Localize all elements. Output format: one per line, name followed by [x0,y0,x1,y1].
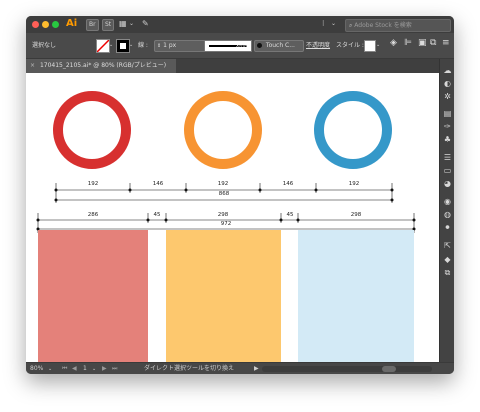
stroke-swatch[interactable] [116,39,130,53]
dim-top-1: 192 [87,181,99,187]
layers-icon[interactable]: ◆ [443,255,452,264]
rect-blue[interactable] [298,230,414,362]
graphic-styles-icon[interactable]: ◍ [443,210,452,219]
search-placeholder: Adobe Stock を検索 [354,22,412,29]
gradient-icon[interactable]: ▭ [443,166,452,175]
appearance-icon[interactable]: ◉ [443,197,452,206]
title-bar: Ai Br St ▦ ⌄ ✎ ⁝ ⌄ ⌕ Adobe Stock を検索 [26,16,454,33]
align-icon[interactable]: ⊫ [404,39,412,48]
isolate-icon[interactable]: ⧉ [430,39,436,48]
dim-top-4: 146 [282,181,294,187]
search-icon: ⌕ [349,22,353,29]
export-icon[interactable]: ⇱ [443,241,452,250]
dim-bottom-2: 45 [153,212,161,218]
dim-top-2: 146 [152,181,164,187]
layers-panel-icon[interactable]: ⚫ [443,223,452,232]
artboards-icon[interactable]: ⧉ [443,268,452,277]
opacity-link[interactable]: 不透明度 [306,41,330,50]
stroke-panel-icon[interactable]: ☰ [443,153,452,162]
zoom-chevron-icon[interactable]: ⌄ [48,365,52,373]
rect-yellow[interactable] [166,230,281,362]
workspace-chevron-icon[interactable]: ⌄ [331,19,341,29]
color-panel-icon[interactable]: ◐ [443,79,452,88]
stroke-label: 線 : [138,42,148,49]
prev-artboard-icon[interactable]: ◀ [72,365,77,373]
next-artboard-icon[interactable]: ▶ [102,365,107,373]
stock-button[interactable]: St [102,19,115,31]
dim-top-total: 868 [218,191,230,197]
status-message: ダイレクト選択ツールを切り換え [144,365,235,372]
artboard-canvas[interactable]: 192 146 192 146 192 868 286 45 298 45 29… [26,73,439,362]
selection-status: 選択なし [32,42,57,49]
libraries-icon[interactable]: ☁ [443,66,452,75]
app-logo: Ai [66,18,78,29]
dim-bottom-1: 286 [87,212,99,218]
transparency-icon[interactable]: ◕ [443,179,452,188]
dim-bottom-5: 298 [350,212,362,218]
dim-top-3: 192 [217,181,229,187]
brush-dot-icon [257,43,262,48]
last-artboard-icon[interactable]: ⏭ [112,365,117,373]
chevron-down-icon[interactable]: ⌄ [129,19,139,29]
style-chevron-icon[interactable]: ⌄ [376,41,380,50]
control-bar: 選択なし ⌄ ⌄ 線 : ⇕ 1 px 均等 Touch C... 不透明度 ス… [26,33,454,59]
minimize-window-button[interactable] [42,21,49,28]
rect-red[interactable] [38,230,148,362]
fill-chevron-icon[interactable]: ⌄ [109,41,113,50]
brushes-icon[interactable]: ✑ [443,122,452,131]
artboard-chevron-icon[interactable]: ⌄ [92,365,96,373]
style-label: スタイル : [336,42,364,49]
illustrator-window: Ai Br St ▦ ⌄ ✎ ⁝ ⌄ ⌕ Adobe Stock を検索 選択な… [26,16,454,374]
close-window-button[interactable] [32,21,39,28]
dim-top-5: 192 [348,181,360,187]
stock-search-input[interactable]: ⌕ Adobe Stock を検索 [345,19,451,32]
scrollbar-thumb[interactable] [382,366,396,372]
fill-swatch[interactable] [96,39,110,53]
artboard-number[interactable]: 1 [83,365,87,373]
color-guide-icon[interactable]: ✲ [443,92,452,101]
zoom-level[interactable]: 80% [30,365,43,373]
control-menu-icon[interactable]: ≡ [442,39,450,48]
first-artboard-icon[interactable]: ⏮ [62,365,67,373]
transform-icon[interactable]: ▣ [418,39,427,48]
swatches-icon[interactable]: ▤ [443,109,452,118]
tab-close-icon[interactable]: × [26,62,35,69]
document-tab-bar: × 170415_2105.ai* @ 80% (RGB/プレビュー) [26,59,439,73]
stroke-chevron-icon[interactable]: ⌄ [129,41,133,50]
graphic-style-swatch[interactable] [364,40,376,52]
panel-dock: ☁ ◐ ✲ ▤ ✑ ♣ ☰ ▭ ◕ ◉ ◍ ⚫ ⇱ ◆ ⧉ [439,59,454,362]
document-title: 170415_2105.ai* @ 80% (RGB/プレビュー) [39,62,167,69]
brush-definition-dropdown[interactable]: Touch C... [254,40,304,52]
profile-label: 均等 [236,42,249,49]
document-tab[interactable]: × 170415_2105.ai* @ 80% (RGB/プレビュー) [26,59,176,73]
horizontal-scrollbar[interactable] [262,366,432,372]
symbols-icon[interactable]: ♣ [443,135,452,144]
status-menu-icon[interactable]: ▶ [254,365,259,373]
zoom-window-button[interactable] [52,21,59,28]
dim-bottom-4: 45 [286,212,294,218]
stepper-icon: ⇕ [157,43,162,49]
dim-bottom-3: 298 [217,212,229,218]
arrange-documents-icon[interactable]: ▦ [119,19,129,29]
bridge-button[interactable]: Br [86,19,99,31]
status-bar: 80% ⌄ ⏮ ◀ 1 ⌄ ▶ ⏭ ダイレクト選択ツールを切り換え ▶ [26,362,454,374]
dim-bottom-total: 972 [220,221,232,227]
recolor-artwork-icon[interactable]: ◈ [390,39,397,48]
gpu-performance-icon[interactable]: ✎ [142,19,152,29]
stroke-weight-field[interactable]: ⇕ 1 px [154,40,206,52]
